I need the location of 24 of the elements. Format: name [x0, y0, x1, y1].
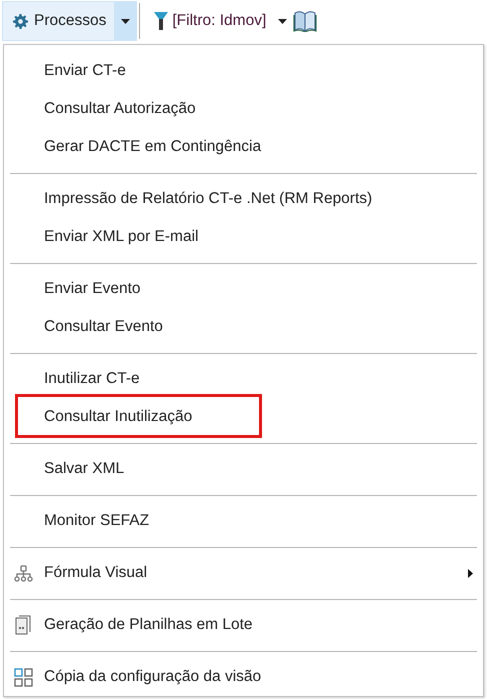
book-icon[interactable] [293, 10, 318, 32]
funnel-icon[interactable] [154, 12, 168, 30]
hierarchy-icon [14, 564, 32, 582]
grid-icon [14, 668, 32, 686]
menu-item[interactable]: Gerar DACTE em Contingência [4, 128, 483, 166]
menu-item[interactable]: Consultar Autorização [4, 90, 483, 128]
menu-item[interactable]: Enviar Evento [4, 270, 483, 308]
menu-item[interactable]: Geração de Planilhas em Lote [4, 606, 483, 644]
menu-item[interactable]: Consultar Evento [4, 308, 483, 346]
caret-icon [278, 18, 288, 24]
menu-item[interactable]: Inutilizar CT-e [4, 360, 483, 398]
gear-icon [13, 14, 28, 28]
menu-item[interactable]: Impressão de Relatório CT-e .Net (RM Reports) [4, 180, 483, 218]
menu-item[interactable]: Fórmula Visual [4, 554, 483, 592]
caret-icon [121, 18, 130, 24]
spreadsheet-icon [15, 615, 31, 635]
menu-item[interactable]: Enviar CT-e [4, 52, 483, 90]
menu-item[interactable]: Cópia da configuração da visão [4, 658, 483, 696]
dropdown-button[interactable] [114, 2, 136, 40]
menu-item[interactable]: Consultar Inutilização [4, 398, 483, 436]
menu-item[interactable]: Salvar XML [4, 450, 483, 488]
filter-button[interactable]: [Filtro: Idmov] [168, 12, 272, 30]
menu-item[interactable]: Monitor SEFAZ [4, 502, 483, 540]
menu-item[interactable]: Enviar XML por E-mail [4, 218, 483, 256]
